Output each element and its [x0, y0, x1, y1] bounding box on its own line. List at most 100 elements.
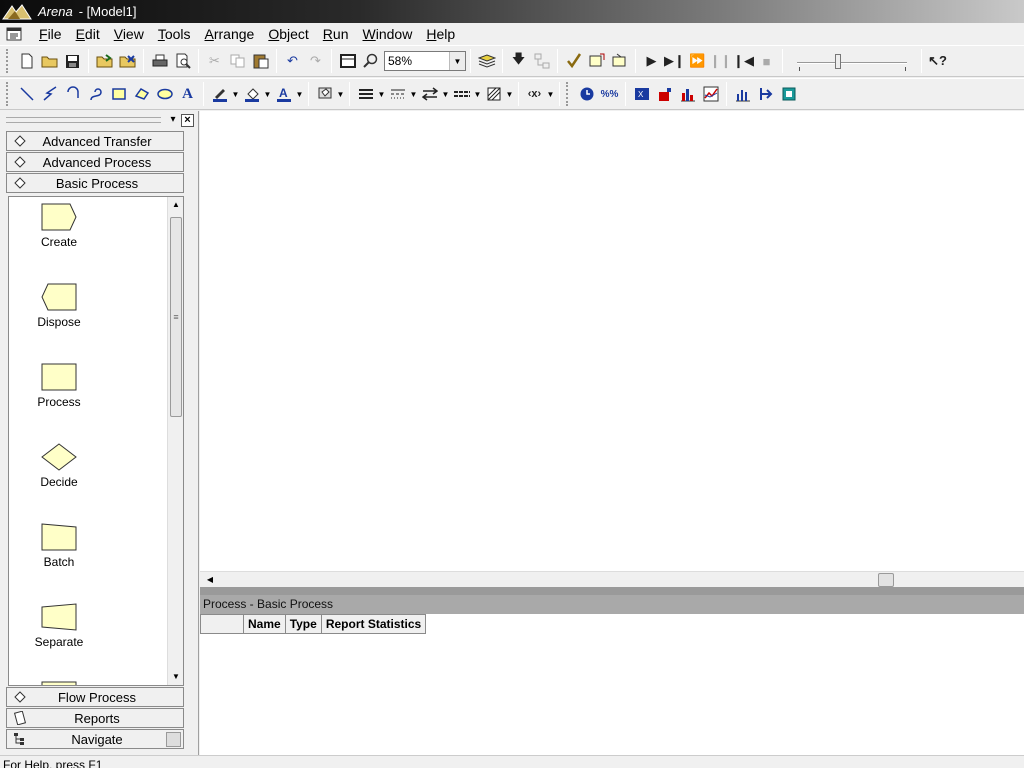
- go-icon[interactable]: ▶: [640, 50, 663, 73]
- module-separate[interactable]: Separate: [9, 603, 109, 649]
- document-window-icon[interactable]: [6, 25, 26, 43]
- cut-icon[interactable]: ✂: [203, 50, 226, 73]
- arrow-style-icon[interactable]: [418, 83, 441, 106]
- column-header-name[interactable]: Name: [244, 614, 286, 634]
- canvas-horizontal-scrollbar[interactable]: ◀: [200, 571, 1024, 587]
- split-bar[interactable]: [200, 587, 1024, 595]
- module-batch[interactable]: Batch: [9, 523, 109, 569]
- column-header-type[interactable]: Type: [285, 614, 322, 634]
- chevron-down-icon[interactable]: ▼: [441, 83, 450, 106]
- chevron-down-icon[interactable]: ▼: [377, 83, 386, 106]
- print-preview-icon[interactable]: [171, 50, 194, 73]
- polyline-icon[interactable]: [38, 83, 61, 106]
- module-dispose[interactable]: Dispose: [9, 283, 109, 329]
- menu-window[interactable]: Window: [356, 23, 420, 45]
- start-over-icon[interactable]: ❙◀: [732, 50, 755, 73]
- thumbnail-icon[interactable]: [166, 732, 181, 747]
- chevron-down-icon[interactable]: ▾: [167, 114, 179, 126]
- menu-arrange[interactable]: Arrange: [198, 23, 262, 45]
- station-icon[interactable]: [777, 83, 800, 106]
- model-canvas[interactable]: [200, 111, 1024, 571]
- display-composite-icon[interactable]: ‹x›: [523, 83, 546, 106]
- line-style-icon[interactable]: [386, 83, 409, 106]
- submodel-icon[interactable]: [530, 50, 553, 73]
- view-all-icon[interactable]: [336, 50, 359, 73]
- line-pattern-icon[interactable]: [450, 83, 473, 106]
- step-icon[interactable]: ▶❙: [663, 50, 686, 73]
- paste-icon[interactable]: [249, 50, 272, 73]
- chevron-down-icon[interactable]: ▼: [336, 83, 345, 106]
- toolbar-grip[interactable]: [566, 82, 572, 106]
- chevron-down-icon[interactable]: ▼: [505, 83, 514, 106]
- print-icon[interactable]: [148, 50, 171, 73]
- redo-icon[interactable]: ↷: [304, 50, 327, 73]
- chevron-down-icon[interactable]: ▼: [473, 83, 482, 106]
- scroll-left-icon[interactable]: ◀: [204, 572, 216, 588]
- row-header-corner[interactable]: [200, 614, 244, 634]
- chevron-down-icon[interactable]: ▼: [263, 83, 272, 106]
- context-help-icon[interactable]: ↖?: [926, 50, 949, 73]
- spreadsheet-view[interactable]: Name Type Report Statistics: [200, 614, 1024, 755]
- chevron-down-icon[interactable]: ▼: [546, 83, 555, 106]
- panel-advanced-transfer[interactable]: Advanced Transfer: [6, 131, 184, 151]
- scroll-down-icon[interactable]: ▼: [168, 669, 183, 685]
- plot-icon[interactable]: [585, 50, 608, 73]
- panel-advanced-process[interactable]: Advanced Process: [6, 152, 184, 172]
- line-color-icon[interactable]: [208, 83, 231, 106]
- layers-icon[interactable]: [475, 50, 498, 73]
- menu-view[interactable]: View: [107, 23, 151, 45]
- histogram-icon[interactable]: [676, 83, 699, 106]
- menu-file[interactable]: File: [32, 23, 69, 45]
- arc-icon[interactable]: [61, 83, 84, 106]
- line-width-icon[interactable]: [354, 83, 377, 106]
- zoom-icon[interactable]: [359, 50, 382, 73]
- storage-icon[interactable]: [754, 83, 777, 106]
- bezier-icon[interactable]: [84, 83, 107, 106]
- new-icon[interactable]: [15, 50, 38, 73]
- close-icon[interactable]: ×: [181, 113, 194, 127]
- chevron-down-icon[interactable]: ▼: [231, 83, 240, 106]
- toolbar-grip[interactable]: [6, 49, 12, 73]
- panel-flow-process[interactable]: Flow Process: [6, 687, 184, 707]
- undo-icon[interactable]: ↶: [281, 50, 304, 73]
- template-open-icon[interactable]: [93, 50, 116, 73]
- open-folder-icon[interactable]: [38, 50, 61, 73]
- toolbar-grip[interactable]: [6, 82, 12, 106]
- scroll-up-icon[interactable]: ▲: [168, 197, 183, 213]
- fill-pattern-icon[interactable]: [482, 83, 505, 106]
- box-icon[interactable]: [107, 83, 130, 106]
- variable-display-icon[interactable]: X: [630, 83, 653, 106]
- connect-arrow-icon[interactable]: 🡇: [507, 50, 530, 73]
- variable-icon[interactable]: [608, 50, 631, 73]
- clock-icon[interactable]: [575, 83, 598, 106]
- zoom-select[interactable]: 58% ▼: [384, 51, 466, 71]
- template-detach-icon[interactable]: [116, 50, 139, 73]
- animation-speed-slider[interactable]: [793, 51, 911, 71]
- module-process[interactable]: Process: [9, 363, 109, 409]
- menu-edit[interactable]: Edit: [69, 23, 107, 45]
- slider-thumb[interactable]: [835, 54, 841, 69]
- ellipse-icon[interactable]: [153, 83, 176, 106]
- plot-chart-icon[interactable]: [699, 83, 722, 106]
- panel-navigate[interactable]: Navigate: [6, 729, 184, 749]
- end-icon[interactable]: ■: [755, 50, 778, 73]
- level-icon[interactable]: [653, 83, 676, 106]
- fast-forward-icon[interactable]: ⏩: [686, 50, 709, 73]
- queue-icon[interactable]: [731, 83, 754, 106]
- window-background-color-icon[interactable]: [313, 83, 336, 106]
- chevron-down-icon[interactable]: ▼: [409, 83, 418, 106]
- panel-reports[interactable]: Reports: [6, 708, 184, 728]
- date-icon[interactable]: %%: [598, 83, 621, 106]
- check-model-icon[interactable]: [562, 50, 585, 73]
- save-icon[interactable]: [61, 50, 84, 73]
- module-list-scrollbar[interactable]: ▲ ≡ ▼: [167, 197, 183, 685]
- module-create[interactable]: Create: [9, 203, 109, 249]
- text-icon[interactable]: A: [176, 83, 199, 106]
- line-icon[interactable]: [15, 83, 38, 106]
- pause-icon[interactable]: ❙❙: [709, 50, 732, 73]
- project-bar-grip[interactable]: [6, 117, 161, 123]
- chevron-down-icon[interactable]: ▼: [295, 83, 304, 106]
- scroll-thumb[interactable]: ≡: [170, 217, 182, 417]
- polygon-icon[interactable]: [130, 83, 153, 106]
- menu-object[interactable]: Object: [261, 23, 315, 45]
